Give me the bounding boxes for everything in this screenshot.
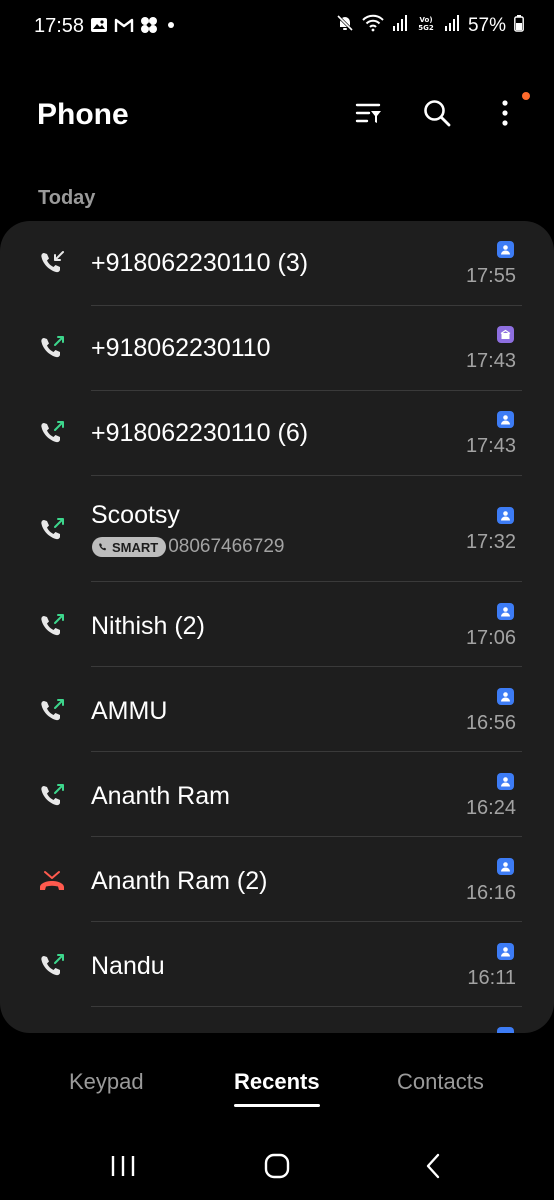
contact-badge-icon (497, 943, 514, 960)
call-time: 16:56 (465, 712, 516, 734)
gallery-icon (90, 16, 108, 39)
back-icon (425, 1153, 441, 1184)
contact-badge-icon (497, 773, 514, 790)
outgoing-call-icon (38, 419, 66, 447)
svg-text:Vo): Vo) (419, 16, 432, 24)
recent-apps-button[interactable] (103, 1148, 143, 1188)
recent-calls-list[interactable]: +918062230110 (3) 17:55 +918062230110 17… (0, 221, 554, 1033)
signal-icon (444, 14, 460, 37)
contact-badge-icon (497, 688, 514, 705)
tab-recents-label: Recents (234, 1069, 320, 1094)
contact-badge-icon (497, 858, 514, 875)
bottom-tabs: Keypad Recents Contacts (0, 1063, 554, 1113)
active-tab-indicator (234, 1104, 320, 1107)
battery-icon (514, 14, 524, 37)
status-bar: 17:58 Vo) 5G2 57% (0, 0, 554, 56)
dot-icon (164, 18, 178, 37)
search-icon (422, 98, 452, 133)
call-row[interactable]: +918062230110 17:43 (0, 306, 554, 391)
call-row[interactable]: Ananth Ram 16:24 (0, 752, 554, 837)
wifi-icon (362, 14, 384, 37)
call-row[interactable]: +918062230110 (6) 17:43 (0, 391, 554, 476)
tab-recents[interactable]: Recents (234, 1069, 320, 1107)
system-nav-bar (0, 1140, 554, 1190)
gmail-icon (114, 17, 134, 38)
call-time: 17:43 (465, 435, 516, 457)
call-time: 17:32 (465, 531, 516, 553)
call-row[interactable]: +918062230110 (3) 17:55 (0, 221, 554, 306)
recent-apps-icon (110, 1154, 136, 1183)
outgoing-call-icon (38, 516, 66, 544)
call-name: AMMU (91, 697, 168, 725)
search-button[interactable] (418, 96, 456, 134)
contact-badge-icon (497, 411, 514, 428)
contact-badge-icon (497, 241, 514, 258)
mute-icon (336, 14, 354, 37)
call-time: 17:55 (465, 265, 516, 287)
phone-icon (98, 540, 108, 555)
call-subtitle: SMART 08067466729 (92, 536, 284, 558)
smart-badge: SMART (92, 537, 167, 557)
call-row[interactable]: Nithish (2) 17:06 (0, 582, 554, 667)
call-row[interactable]: Scootsy SMART 08067466729 17:32 (0, 476, 554, 582)
call-name: Nandu (91, 952, 165, 980)
missed-call-icon (38, 867, 66, 895)
call-time: 17:43 (465, 350, 516, 372)
section-label-today: Today (38, 187, 96, 209)
more-options-button[interactable] (486, 92, 530, 134)
outgoing-call-icon (38, 334, 66, 362)
call-name: Ananth Ram (91, 782, 230, 810)
outgoing-call-icon (38, 782, 66, 810)
call-name: Ananth Ram (2) (91, 867, 268, 895)
filter-button[interactable] (350, 96, 388, 134)
svg-text:5G2: 5G2 (418, 24, 434, 32)
filter-icon (355, 100, 383, 131)
incoming-call-icon (38, 249, 66, 277)
outgoing-call-icon (38, 612, 66, 640)
contact-badge-icon (497, 603, 514, 620)
contact-badge-icon (497, 507, 514, 524)
app-bar-actions (350, 92, 530, 134)
call-name: +918062230110 (3) (91, 249, 309, 277)
call-row[interactable]: Ananth Ram (2) 16:16 (0, 837, 554, 922)
outgoing-call-icon (38, 697, 66, 725)
back-button[interactable] (413, 1148, 453, 1188)
contact-badge-icon (497, 1027, 514, 1033)
business-badge-icon (497, 326, 514, 343)
smart-number: 08067466729 (168, 536, 285, 557)
call-name: Scootsy (91, 501, 180, 529)
signal-icon (392, 14, 408, 37)
outgoing-call-icon (38, 952, 66, 980)
call-name: Nithish (2) (91, 612, 205, 640)
home-icon (264, 1153, 290, 1184)
call-row[interactable]: AMMU 16:56 (0, 667, 554, 752)
notification-dot (522, 92, 530, 100)
call-time: 16:16 (465, 882, 516, 904)
call-time: 16:11 (467, 967, 516, 989)
volte-icon: Vo) 5G2 (416, 14, 436, 37)
page-title: Phone (37, 98, 129, 131)
home-button[interactable] (257, 1148, 297, 1188)
call-time: 16:24 (465, 797, 516, 819)
battery-percent: 57% (467, 14, 506, 36)
call-time: 17:06 (465, 627, 516, 649)
smart-label: SMART (112, 539, 159, 555)
status-time: 17:58 (34, 15, 85, 37)
tab-keypad[interactable]: Keypad (69, 1069, 144, 1095)
pinwheel-icon (140, 16, 158, 39)
call-name: +918062230110 (6) (91, 419, 309, 447)
call-row[interactable]: Nandu 16:11 (0, 922, 554, 1007)
tab-contacts[interactable]: Contacts (397, 1069, 484, 1095)
call-name: +918062230110 (91, 334, 271, 362)
more-icon (501, 99, 509, 132)
row-divider (91, 1006, 522, 1007)
phone-screen: 17:58 Vo) 5G2 57% Phone Today +918062230… (0, 0, 554, 1200)
